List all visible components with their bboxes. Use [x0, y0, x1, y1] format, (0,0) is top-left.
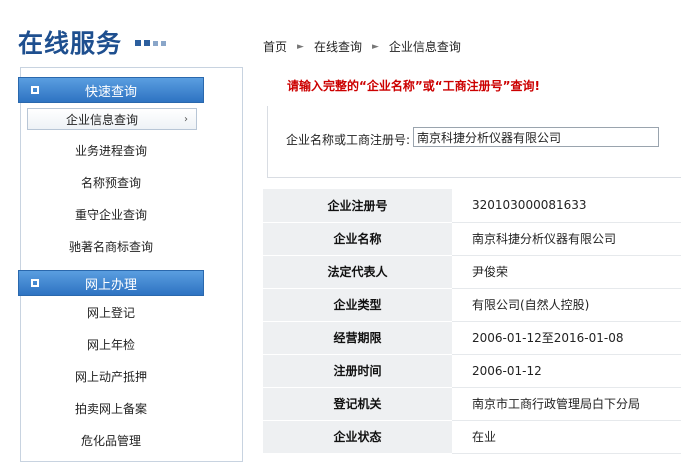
field-label: 企业注册号: [263, 189, 452, 223]
chevron-right-icon: ›: [184, 114, 188, 125]
table-row: 企业状态 在业: [263, 420, 681, 454]
sidebar-item-famous-trademark[interactable]: 驰著名商标查询: [18, 236, 204, 258]
table-row: 企业注册号 320103000081633: [263, 189, 681, 223]
sidebar-item-chattel-mortgage[interactable]: 网上动产抵押: [18, 366, 204, 388]
sidebar-item-company-info[interactable]: 企业信息查询 ›: [27, 108, 197, 130]
sidebar-item-online-annual-check[interactable]: 网上年检: [18, 334, 204, 356]
sidebar-item-business-progress[interactable]: 业务进程查询: [18, 140, 204, 162]
field-value: 2006-01-12至2016-01-08: [452, 321, 681, 355]
square-bullet-icon: [31, 86, 39, 94]
table-row: 登记机关 南京市工商行政管理局白下分局: [263, 387, 681, 421]
results-table: 企业注册号 320103000081633 企业名称 南京科捷分析仪器有限公司 …: [263, 189, 681, 454]
search-input[interactable]: [413, 127, 659, 147]
field-value: 2006-01-12: [452, 354, 681, 388]
page-title: 在线服务: [18, 29, 123, 58]
sidebar-section-quick-query[interactable]: 快速查询: [18, 77, 204, 103]
table-row: 企业类型 有限公司(自然人控股): [263, 288, 681, 322]
sidebar-item-label: 企业信息查询: [66, 113, 139, 127]
sidebar-item-hazardous-chemicals[interactable]: 危化品管理: [18, 430, 204, 452]
field-value: 南京市工商行政管理局白下分局: [452, 387, 681, 421]
sidebar-item-online-registration[interactable]: 网上登记: [18, 302, 204, 324]
field-value: 尹俊荣: [452, 255, 681, 289]
breadcrumb-online-query[interactable]: 在线查询: [314, 38, 362, 55]
sidebar-item-trustworthy-company[interactable]: 重守企业查询: [18, 204, 204, 226]
breadcrumb-current: 企业信息查询: [388, 40, 461, 54]
sidebar-section-label: 快速查询: [84, 84, 137, 100]
title-decoration: [135, 40, 166, 46]
field-value: 南京科捷分析仪器有限公司: [452, 222, 681, 256]
field-label: 企业类型: [263, 288, 452, 322]
query-notice: 请输入完整的“企业名称”或“工商注册号”查询!: [287, 79, 541, 93]
field-label: 企业名称: [263, 222, 452, 256]
table-row: 法定代表人 尹俊荣: [263, 255, 681, 289]
search-label: 企业名称或工商注册号:: [286, 133, 411, 147]
field-label: 经营期限: [263, 321, 452, 355]
table-row: 注册时间 2006-01-12: [263, 354, 681, 388]
field-label: 注册时间: [263, 354, 452, 388]
sidebar-section-online-handling[interactable]: 网上办理: [18, 270, 204, 296]
field-value: 在业: [452, 420, 681, 454]
field-value: 有限公司(自然人控股): [452, 288, 681, 322]
field-label: 法定代表人: [263, 255, 452, 289]
table-row: 企业名称 南京科捷分析仪器有限公司: [263, 222, 681, 256]
page: 在线服务 首页 ► 在线查询 ► 企业信息查询 快速查询 企业信息查询 › 业务…: [0, 0, 681, 462]
field-label: 登记机关: [263, 387, 452, 421]
sidebar-section-label: 网上办理: [84, 277, 137, 293]
square-bullet-icon: [31, 279, 39, 287]
field-value: 320103000081633: [452, 189, 681, 223]
sidebar-item-auction-filing[interactable]: 拍卖网上备案: [18, 398, 204, 420]
table-row: 经营期限 2006-01-12至2016-01-08: [263, 321, 681, 355]
breadcrumb: 首页 ► 在线查询 ► 企业信息查询: [263, 38, 461, 55]
field-label: 企业状态: [263, 420, 452, 454]
chevron-right-icon: ►: [371, 41, 379, 52]
chevron-right-icon: ►: [297, 41, 304, 52]
sidebar-item-name-precheck[interactable]: 名称预查询: [18, 172, 204, 194]
breadcrumb-home[interactable]: 首页: [263, 38, 287, 55]
